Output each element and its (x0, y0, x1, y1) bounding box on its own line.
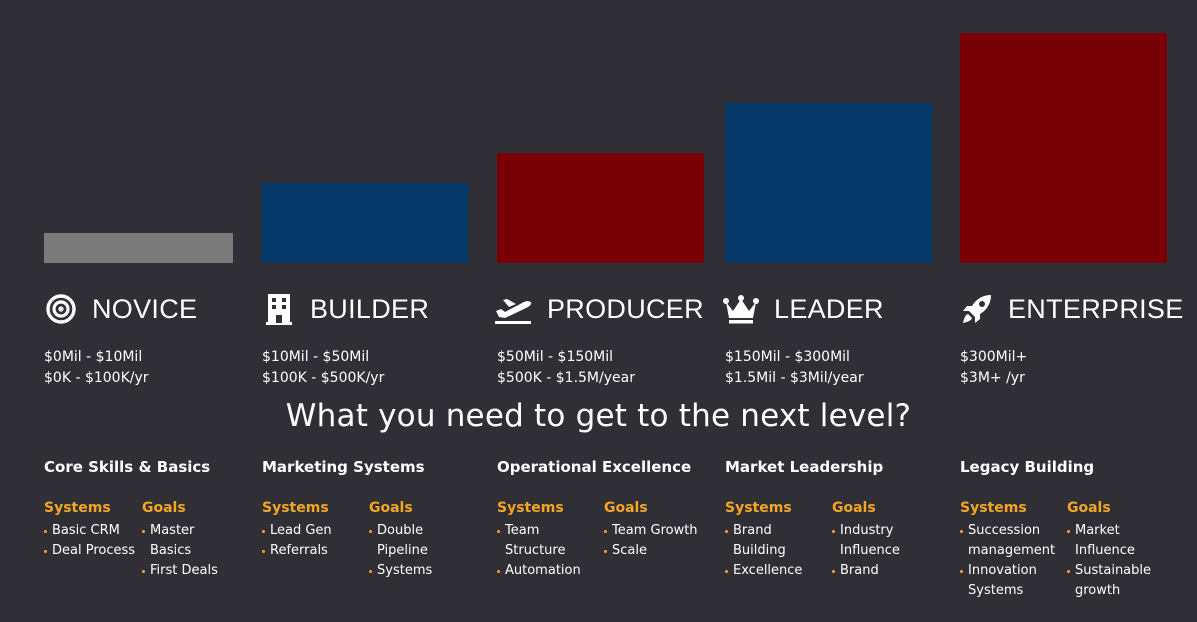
column-operational-excellence: Operational Excellence Systems Team Stru… (497, 458, 724, 581)
bar-enterprise (960, 33, 1167, 263)
list-item: Basic CRM (44, 521, 142, 541)
level-range-total: $300Mil+ (960, 349, 1028, 365)
column-title: Marketing Systems (262, 458, 425, 476)
goals-label: Goals (142, 500, 186, 516)
level-range-total: $50Mil - $150Mil (497, 349, 614, 365)
goals-label: Goals (832, 500, 876, 516)
systems-group: Systems Brand Building Excellence (725, 500, 832, 581)
list-item: Brand (832, 561, 932, 581)
systems-label: Systems (262, 500, 329, 516)
level-range-yearly: $0K - $100K/yr (44, 370, 149, 386)
level-range-yearly: $1.5Mil - $3Mil/year (725, 370, 864, 386)
section-headline: What you need to get to the next level? (285, 398, 912, 434)
crown-icon (722, 292, 760, 326)
rocket-icon (960, 292, 994, 326)
column-title: Core Skills & Basics (44, 458, 211, 476)
systems-group: Systems Team Structure Automation (497, 500, 604, 581)
list-item: Sustainable growth (1067, 561, 1163, 601)
level-range-yearly: $500K - $1.5M/year (497, 370, 635, 386)
list-item: Double Pipeline (369, 521, 459, 561)
list-item: Succession management (960, 521, 1058, 561)
level-enterprise: ENTERPRISE $300Mil+ $3M+ /yr (960, 285, 1184, 389)
level-builder: BUILDER $10Mil - $50Mil $100K - $500K/yr (262, 285, 429, 389)
systems-label: Systems (725, 500, 792, 516)
goals-label: Goals (369, 500, 413, 516)
column-marketing-systems: Marketing Systems Systems Lead Gen Refer… (262, 458, 459, 581)
bar-novice (44, 233, 233, 263)
list-item: Scale (604, 541, 724, 561)
list-item: Market Influence (1067, 521, 1155, 561)
goals-group: Goals Double Pipeline Systems (369, 500, 459, 581)
list-item: Deal Process (44, 541, 142, 561)
goals-group: Goals Master Basics First Deals (142, 500, 232, 581)
list-item: Brand Building (725, 521, 793, 561)
column-title: Legacy Building (960, 458, 1095, 476)
level-title: NOVICE (92, 293, 198, 324)
systems-group: Systems Lead Gen Referrals (262, 500, 369, 581)
systems-group: Systems Basic CRM Deal Process (44, 500, 142, 581)
list-item: Automation (497, 561, 604, 581)
building-icon (262, 292, 296, 326)
list-item: Team Growth (604, 521, 724, 541)
level-range-yearly: $3M+ /yr (960, 370, 1025, 386)
level-range-yearly: $100K - $500K/yr (262, 370, 385, 386)
level-title: BUILDER (310, 293, 430, 324)
list-item: Systems (369, 561, 459, 581)
level-title: PRODUCER (547, 293, 704, 324)
level-title: ENTERPRISE (1008, 293, 1184, 324)
level-novice: NOVICE $0Mil - $10Mil $0K - $100K/yr (44, 285, 197, 389)
column-title: Market Leadership (725, 458, 884, 476)
column-title: Operational Excellence (497, 458, 692, 476)
list-item: First Deals (142, 561, 232, 581)
list-item: Master Basics (142, 521, 232, 561)
list-item: Innovation Systems (960, 561, 1048, 601)
column-market-leadership: Market Leadership Systems Brand Building… (725, 458, 932, 581)
level-producer: PRODUCER $50Mil - $150Mil $500K - $1.5M/… (493, 285, 704, 389)
systems-group: Systems Succession management Innovation… (960, 500, 1067, 601)
list-item: Referrals (262, 541, 369, 561)
list-item: Lead Gen (262, 521, 369, 541)
level-leader: LEADER $150Mil - $300Mil $1.5Mil - $3Mil… (722, 285, 884, 389)
goals-label: Goals (604, 500, 648, 516)
target-icon (44, 292, 78, 326)
systems-label: Systems (44, 500, 111, 516)
level-range-total: $150Mil - $300Mil (725, 349, 850, 365)
goals-group: Goals Team Growth Scale (604, 500, 724, 581)
list-item: Excellence (725, 561, 832, 581)
level-range-total: $0Mil - $10Mil (44, 349, 143, 365)
level-title: LEADER (774, 293, 884, 324)
list-item: Team Structure (497, 521, 575, 561)
goals-group: Goals Market Influence Sustainable growt… (1067, 500, 1167, 601)
systems-label: Systems (497, 500, 564, 516)
bar-builder (262, 183, 468, 263)
column-legacy-building: Legacy Building Systems Succession manag… (960, 458, 1167, 601)
plane-departure-icon (493, 292, 533, 326)
list-item: Industry Influence (832, 521, 932, 561)
level-bars (0, 0, 1197, 270)
goals-group: Goals Industry Influence Brand (832, 500, 932, 581)
goals-label: Goals (1067, 500, 1111, 516)
column-core-skills: Core Skills & Basics Systems Basic CRM D… (44, 458, 232, 581)
bar-producer (497, 153, 704, 263)
level-range-total: $10Mil - $50Mil (262, 349, 370, 365)
bar-leader (725, 103, 932, 263)
systems-label: Systems (960, 500, 1027, 516)
